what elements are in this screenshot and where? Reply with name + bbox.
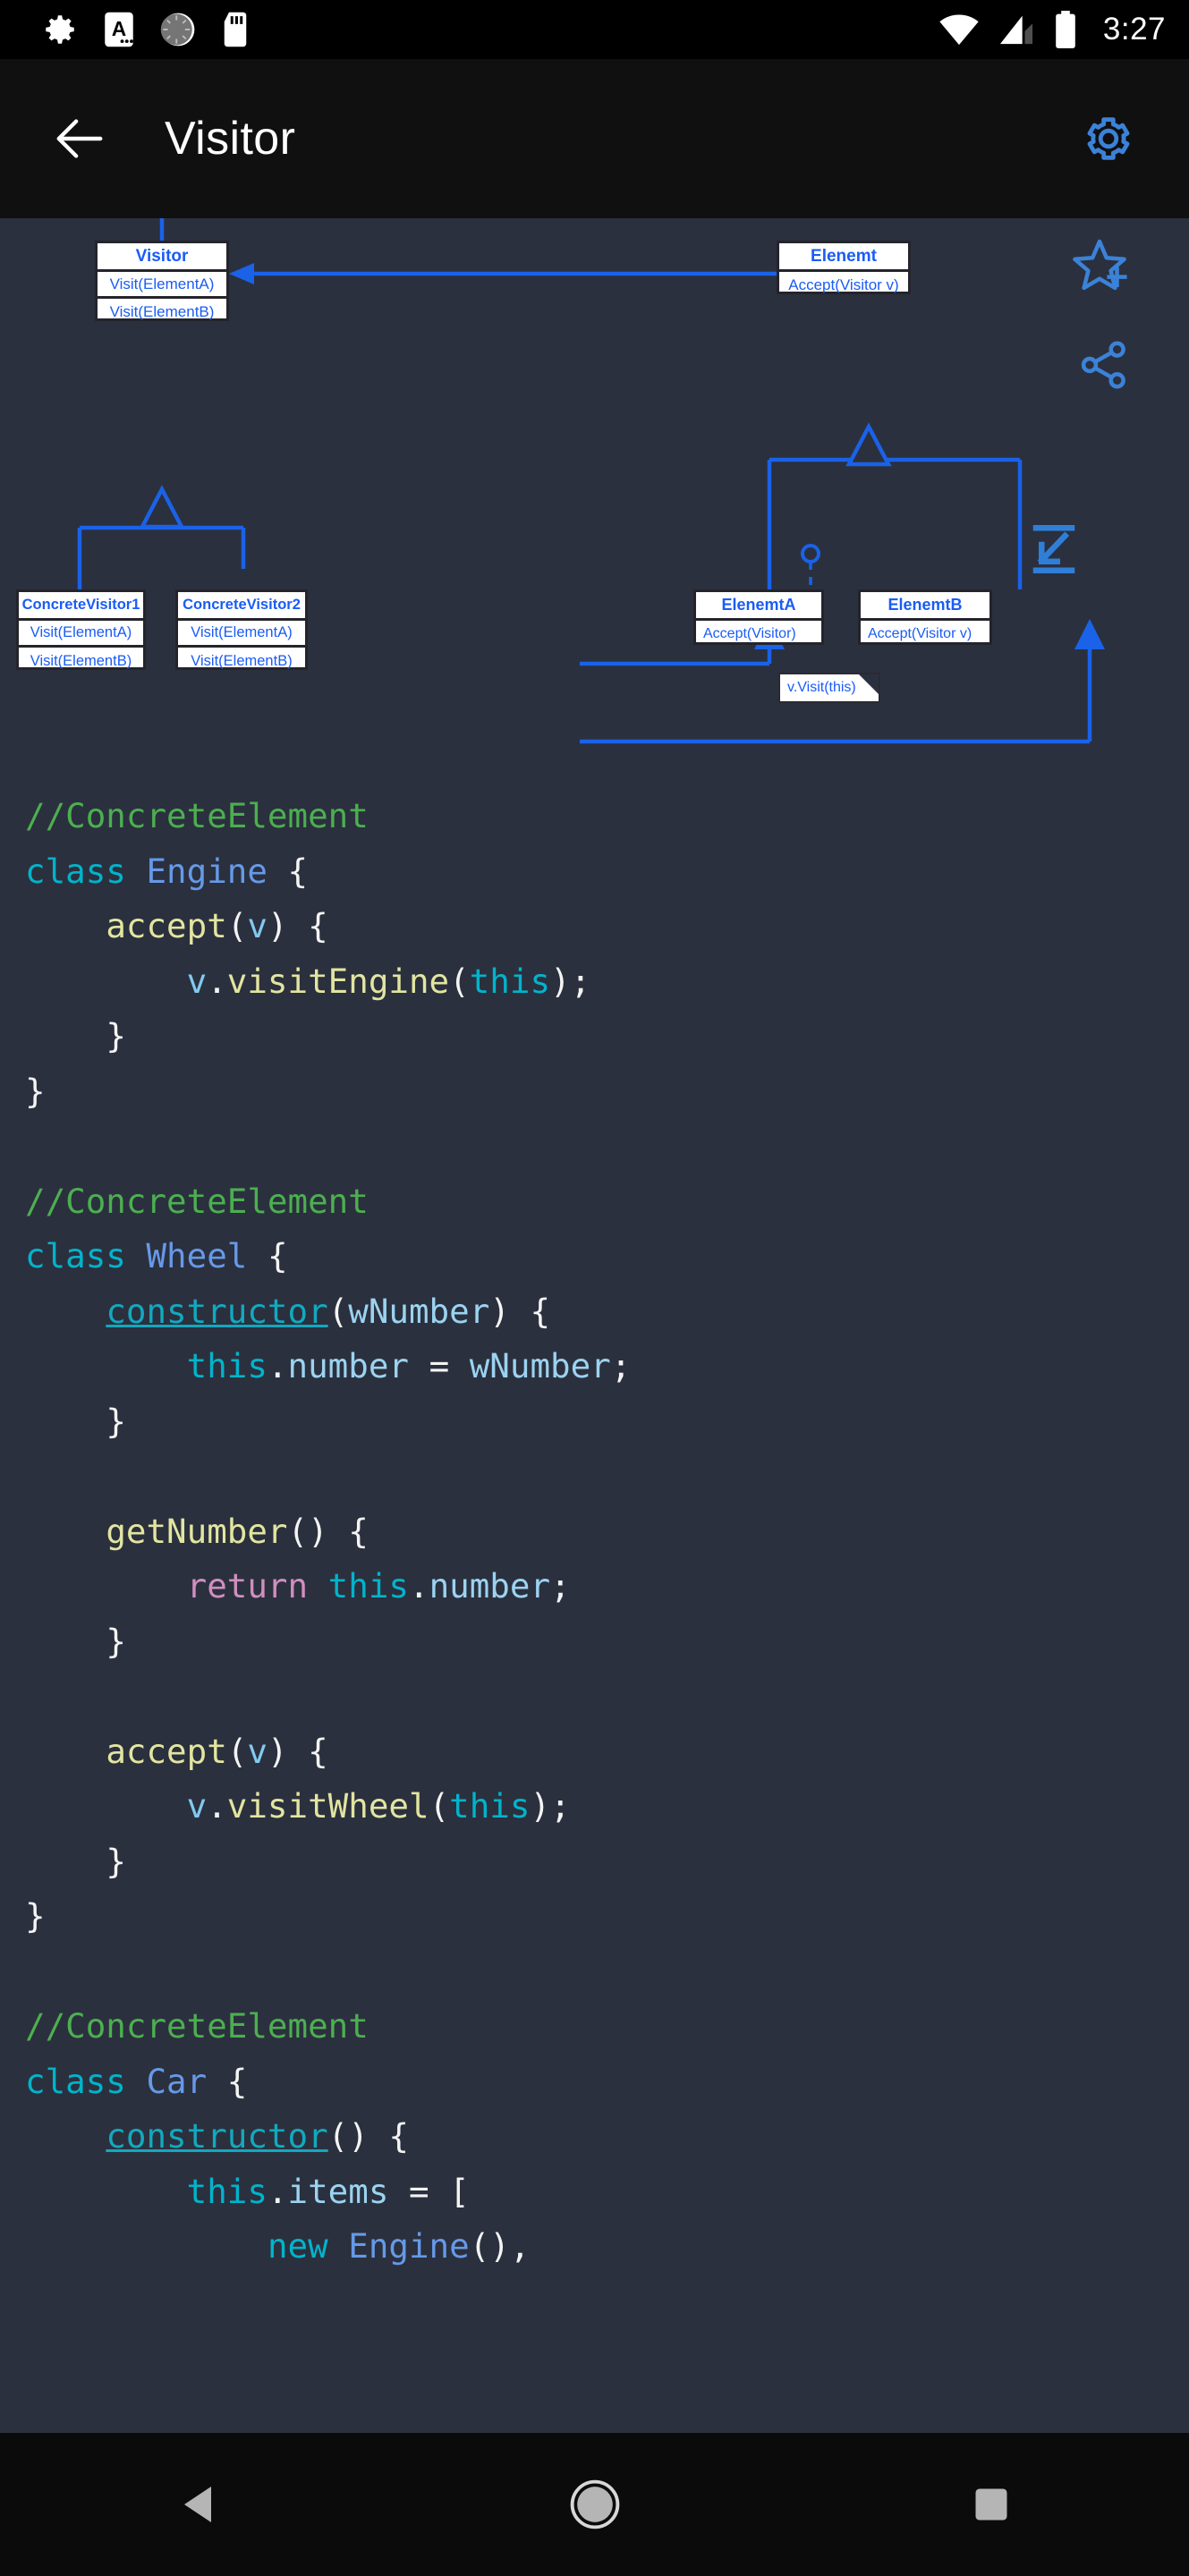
uml-class-element[interactable]: Elenemt Accept(Visitor v) [777,241,911,294]
sd-card-icon [224,12,247,47]
status-bar-right-icons: 3:27 [938,10,1166,49]
nav-home-circle-icon[interactable] [537,2446,653,2563]
uml-class-title: ConcreteVisitor1 [19,592,143,621]
uml-class-concrete-visitor-1[interactable]: ConcreteVisitor1 Visit(ElementA) Visit(E… [16,589,146,670]
uml-class-title: Elenemt [779,243,908,272]
status-bar: A 3:27 [0,0,1189,59]
uml-class-method: Accept(Visitor v) [788,276,899,293]
uml-class-method: Visit(ElementB) [109,303,215,320]
uml-diagram: Visitor Visit(ElementA) Visit(ElementB) … [0,218,1189,784]
wifi-icon [939,14,979,46]
uml-class-method: Visit(ElementA) [178,621,305,648]
back-arrow-icon[interactable] [52,111,107,166]
star-plus-icon[interactable] [1070,236,1134,301]
phone-screen: A 3:27 Visitor Visitor Visit(ElementA) V… [0,0,1189,2576]
uml-class-method: Visit(ElementA) [98,272,226,299]
uml-class-visitor[interactable]: Visitor Visit(ElementA) Visit(ElementB) [95,241,229,321]
association-arrowhead [229,263,254,284]
uml-class-title: ElenemtA [696,592,821,621]
svg-text:A: A [112,17,126,40]
uml-class-method: Visit(ElementB) [30,652,132,669]
nav-back-triangle-icon[interactable] [140,2446,257,2563]
uml-class-concrete-visitor-2[interactable]: ConcreteVisitor2 Visit(ElementA) Visit(E… [175,589,308,670]
uml-class-method: Visit(ElementB) [191,652,293,669]
page-title: Visitor [165,113,296,165]
battery-full-icon [1056,11,1075,49]
generalization-arrowhead-element [845,422,892,467]
cellular-signal-icon [999,15,1032,45]
status-bar-clock: 3:27 [1102,12,1166,47]
uml-note: v.Visit(this) [778,673,880,703]
uml-class-element-b[interactable]: ElenemtB Accept(Visitor v) [858,589,992,645]
source-code: //ConcreteElement class Engine { accept(… [25,796,632,2266]
nav-recents-square-icon[interactable] [933,2446,1049,2563]
app-notification-icon: A [105,12,133,47]
uml-note-text: v.Visit(this) [787,680,856,695]
uml-class-title: ElenemtB [861,592,989,621]
status-bar-left-icons: A [41,11,251,48]
gear-icon[interactable] [1080,110,1137,167]
uml-class-title: Visitor [98,243,226,272]
uml-class-method: Accept(Visitor) [703,626,796,641]
code-viewer[interactable]: //ConcreteElement class Engine { accept(… [0,784,1189,2433]
share-icon[interactable] [1075,336,1133,394]
uml-class-title: ConcreteVisitor2 [178,592,305,621]
rotating-spinner-icon [160,13,195,47]
uml-class-method: Accept(Visitor v) [868,626,972,641]
zoom-out-icon[interactable] [1027,522,1081,576]
app-bar: Visitor [0,59,1189,218]
note-fold-corner [859,674,879,694]
generalization-arrowhead-visitor [139,485,185,530]
system-navigation-bar [0,2433,1189,2576]
dependency-arrowhead-b [1074,619,1105,649]
uml-class-method: Visit(ElementA) [19,621,143,648]
gear-icon [46,15,74,44]
uml-class-element-a[interactable]: ElenemtA Accept(Visitor) [693,589,824,645]
